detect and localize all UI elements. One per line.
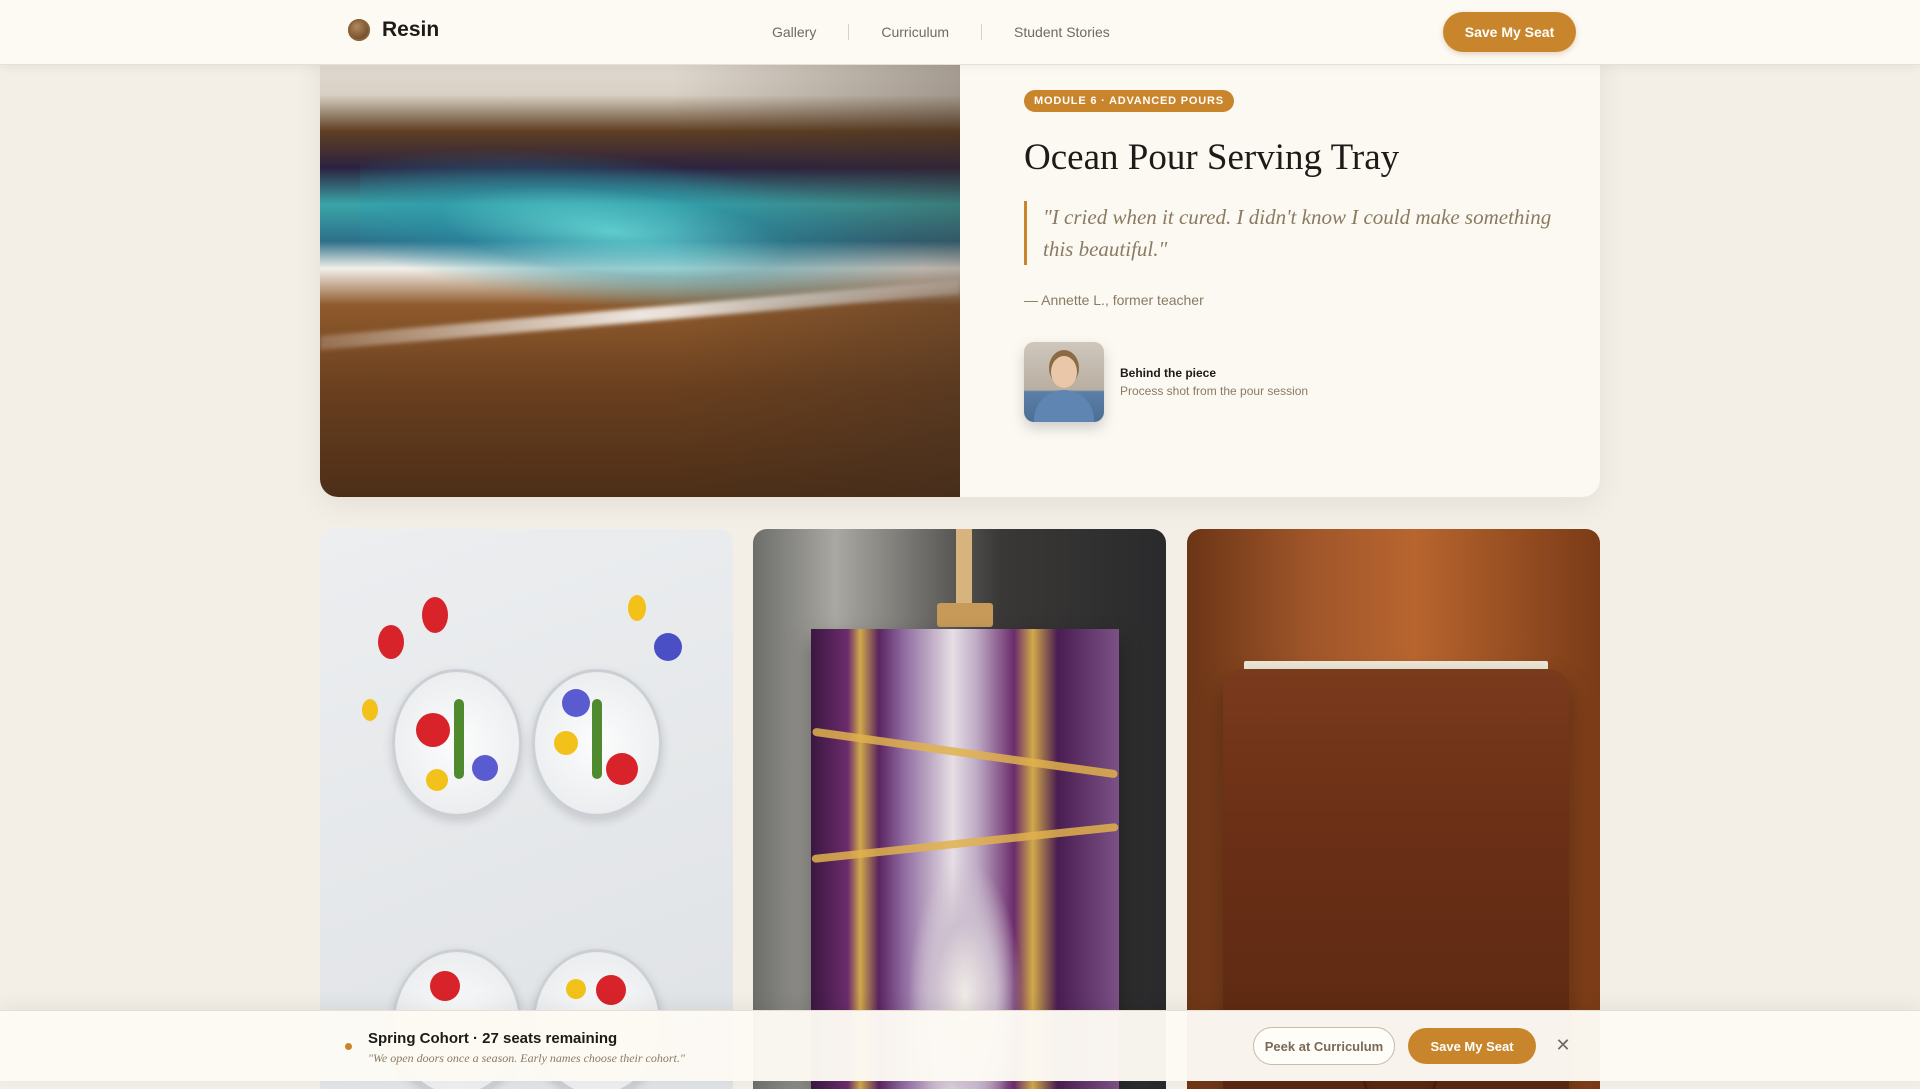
loose-poppy-petal [422, 597, 448, 633]
main-nav: Gallery Curriculum Student Stories [756, 23, 1142, 41]
gold-vein [811, 822, 1119, 864]
buttercup-petal [554, 731, 578, 755]
person-shoulders [1034, 390, 1094, 422]
featured-student-piece: MODULE 6 · ADVANCED POURS Ocean Pour Ser… [320, 40, 1600, 497]
behind-the-piece[interactable]: Behind the piece Process shot from the p… [1024, 342, 1308, 422]
poppy-petal [430, 971, 460, 1001]
fern-leaf [592, 699, 602, 779]
cornflower-petal [562, 689, 590, 717]
behind-text: Behind the piece Process shot from the p… [1120, 366, 1308, 398]
resin-drop-logo-icon [348, 19, 370, 41]
feature-details: MODULE 6 · ADVANCED POURS Ocean Pour Ser… [1024, 40, 1564, 497]
flower-coaster [532, 669, 662, 817]
save-my-seat-button[interactable]: Save My Seat [1408, 1028, 1536, 1064]
brand-name: Resin [382, 18, 440, 41]
gallery-card-pressed-flower-coasters[interactable] [320, 529, 733, 1089]
flower-coaster [392, 669, 522, 817]
buttercup-petal [426, 769, 448, 791]
fern-leaf [454, 699, 464, 779]
behind-label: Behind the piece [1120, 366, 1217, 380]
gallery-card-leather-embossed-piece[interactable] [1187, 529, 1600, 1089]
poppy-petal [596, 975, 626, 1005]
cohort-announcement-bar: Spring Cohort · 27 seats remaining "We o… [0, 1010, 1920, 1081]
image-vignette [320, 40, 960, 497]
status-dot [345, 1043, 352, 1050]
easel-clip [937, 603, 993, 627]
poppy-petal [606, 753, 638, 785]
buttercup-petal [566, 979, 586, 999]
process-photo-thumbnail[interactable] [1024, 342, 1104, 422]
person-face [1051, 356, 1077, 388]
module-badge: MODULE 6 · ADVANCED POURS [1024, 90, 1234, 112]
brand[interactable]: Resin [348, 18, 439, 42]
loose-buttercup-petal [628, 595, 646, 621]
cornflower-petal [472, 755, 498, 781]
loose-buttercup-petal [362, 699, 378, 721]
gallery-card-geode-wall-art[interactable] [753, 529, 1166, 1089]
close-icon[interactable]: ✕ [1552, 1035, 1574, 1057]
peek-at-curriculum-button[interactable]: Peek at Curriculum [1253, 1027, 1395, 1065]
cohort-title: Spring Cohort · 27 seats remaining [368, 1030, 618, 1047]
gold-vein [811, 727, 1119, 779]
student-quote: "I cried when it cured. I didn't know I … [1024, 201, 1563, 265]
ocean-pour-tray-image [320, 40, 960, 497]
site-header: Resin Gallery Curriculum Student Stories… [0, 0, 1920, 65]
save-my-seat-button[interactable]: Save My Seat [1443, 12, 1576, 52]
nav-gallery[interactable]: Gallery [756, 23, 848, 41]
poppy-petal [416, 713, 450, 747]
cohort-subtitle: "We open doors once a season. Early name… [368, 1051, 685, 1065]
behind-caption: Process shot from the pour session [1120, 384, 1309, 398]
nav-curriculum[interactable]: Curriculum [849, 23, 981, 41]
feature-title: Ocean Pour Serving Tray [1024, 137, 1400, 178]
loose-poppy-petal [378, 625, 404, 659]
nav-student-stories[interactable]: Student Stories [982, 23, 1142, 41]
loose-cornflower [654, 633, 682, 661]
quote-attribution: — Annette L., former teacher [1024, 292, 1204, 308]
